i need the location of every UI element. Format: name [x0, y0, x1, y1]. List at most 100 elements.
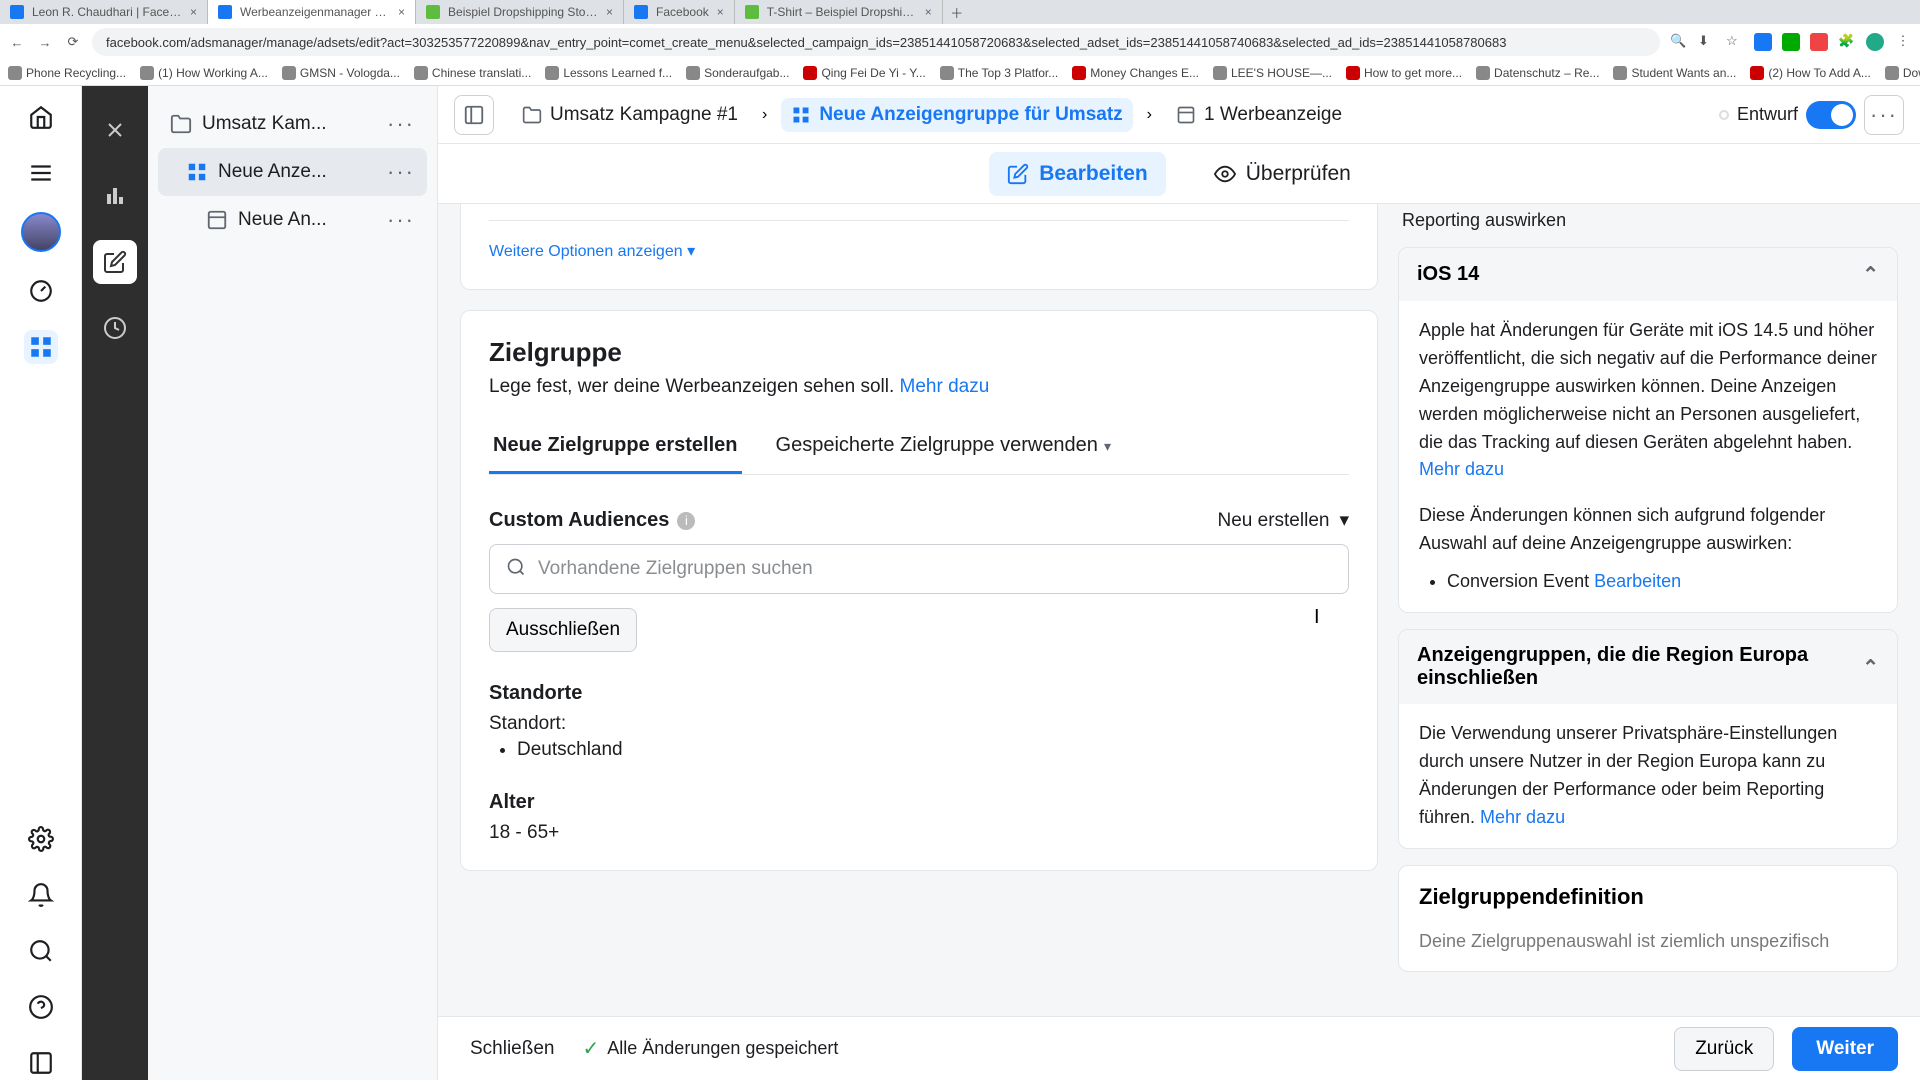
more-icon[interactable]: ···: [387, 207, 415, 233]
avatar[interactable]: [21, 212, 61, 252]
audience-card: Zielgruppe Lege fest, wer deine Werbeanz…: [460, 310, 1378, 871]
folder-icon: [522, 105, 542, 125]
bookmark[interactable]: Lessons Learned f...: [545, 66, 672, 80]
tab-new-audience[interactable]: Neue Zielgruppe erstellen: [489, 424, 742, 474]
browser-tab[interactable]: Beispiel Dropshipping Store –×: [416, 0, 624, 24]
zoom-icon[interactable]: 🔍: [1670, 33, 1688, 51]
reporting-fragment: Reporting auswirken: [1398, 204, 1898, 247]
back-button[interactable]: Zurück: [1674, 1027, 1774, 1071]
bookmark[interactable]: Money Changes E...: [1072, 66, 1199, 80]
tab-edit[interactable]: Bearbeiten: [989, 152, 1166, 196]
section-title: Zielgruppe: [489, 337, 1349, 368]
collapse-icon[interactable]: [24, 1046, 58, 1080]
breadcrumb-adset[interactable]: Neue Anzeigengruppe für Umsatz: [781, 98, 1132, 132]
exclude-button[interactable]: Ausschließen: [489, 608, 637, 652]
close-button[interactable]: Schließen: [460, 1028, 565, 1070]
tab-saved-audience[interactable]: Gespeicherte Zielgruppe verwenden▾: [772, 424, 1115, 474]
bell-icon[interactable]: [24, 878, 58, 912]
caret-down-icon: ▾: [1339, 510, 1349, 531]
show-more-options-link[interactable]: Weitere Optionen anzeigen ▾: [489, 243, 695, 260]
extension-icon[interactable]: [1754, 33, 1772, 51]
browser-tab[interactable]: Facebook×: [624, 0, 735, 24]
create-new-dropdown[interactable]: Neu erstellen▾: [1218, 509, 1350, 532]
bookmark[interactable]: LEE'S HOUSE—...: [1213, 66, 1332, 80]
extension-icon[interactable]: [1810, 33, 1828, 51]
bookmark[interactable]: (1) How Working A...: [140, 66, 268, 80]
back-icon[interactable]: ←: [8, 35, 26, 50]
bookmark[interactable]: Qing Fei De Yi - Y...: [803, 66, 925, 80]
footer-bar: Schließen ✓ Alle Änderungen gespeichert …: [438, 1016, 1920, 1080]
browser-tab[interactable]: Leon R. Chaudhari | Facebook×: [0, 0, 208, 24]
more-button[interactable]: ···: [1864, 95, 1904, 135]
search-icon[interactable]: [24, 934, 58, 968]
extension-icon[interactable]: [1782, 33, 1800, 51]
bookmark[interactable]: Sonderaufgab...: [686, 66, 789, 80]
hamburger-icon[interactable]: [24, 156, 58, 190]
bookmark[interactable]: Datenschutz – Re...: [1476, 66, 1599, 80]
close-icon[interactable]: ×: [717, 5, 724, 19]
close-icon[interactable]: ×: [190, 5, 197, 19]
bookmark[interactable]: (2) How To Add A...: [1750, 66, 1871, 80]
bookmark[interactable]: Chinese translati...: [414, 66, 531, 80]
tree-ad[interactable]: Neue An... ···: [158, 196, 427, 244]
tree-adset[interactable]: Neue Anze... ···: [158, 148, 427, 196]
bookmark[interactable]: Phone Recycling...: [8, 66, 126, 80]
structure-tree: Umsatz Kam... ··· Neue Anze... ··· Neue …: [148, 86, 438, 1080]
status-toggle[interactable]: [1806, 101, 1856, 129]
next-button[interactable]: Weiter: [1792, 1027, 1898, 1071]
locations-heading: Standorte: [489, 682, 1349, 705]
gear-icon[interactable]: [24, 822, 58, 856]
chart-icon[interactable]: [93, 174, 137, 218]
caret-down-icon: ▾: [1104, 438, 1111, 454]
bookmark[interactable]: How to get more...: [1346, 66, 1462, 80]
history-icon[interactable]: [93, 306, 137, 350]
learn-more-link[interactable]: Mehr dazu: [900, 376, 990, 397]
close-icon[interactable]: ×: [398, 5, 405, 19]
close-icon[interactable]: ×: [925, 5, 932, 19]
more-icon[interactable]: ···: [387, 159, 415, 185]
accordion-header[interactable]: iOS 14 ⌃: [1399, 248, 1897, 301]
edit-icon[interactable]: [93, 240, 137, 284]
close-button[interactable]: [93, 108, 137, 152]
save-status: ✓ Alle Änderungen gespeichert: [583, 1036, 839, 1061]
panel-toggle-icon[interactable]: [454, 95, 494, 135]
url-bar[interactable]: facebook.com/adsmanager/manage/adsets/ed…: [92, 28, 1660, 56]
ads-manager-icon[interactable]: [24, 330, 58, 364]
audience-definition-panel: Zielgruppendefinition Deine Zielgruppena…: [1398, 865, 1898, 973]
profile-avatar[interactable]: [1866, 33, 1884, 51]
download-icon[interactable]: ⬇: [1698, 33, 1716, 51]
more-icon[interactable]: ···: [387, 111, 415, 137]
home-icon[interactable]: [24, 100, 58, 134]
help-icon[interactable]: [24, 990, 58, 1024]
breadcrumb-ad[interactable]: 1 Werbeanzeige: [1166, 98, 1352, 132]
status-dot-icon: [1719, 110, 1729, 120]
browser-tab[interactable]: Werbeanzeigenmanager – We×: [208, 0, 416, 24]
star-icon[interactable]: ☆: [1726, 33, 1744, 51]
puzzle-icon[interactable]: 🧩: [1838, 33, 1856, 51]
bookmark[interactable]: GMSN - Vologda...: [282, 66, 400, 80]
chevron-right-icon: ›: [762, 106, 767, 124]
new-tab-button[interactable]: ＋: [943, 3, 971, 22]
reload-icon[interactable]: ⟳: [64, 34, 82, 50]
info-icon[interactable]: i: [677, 512, 695, 530]
forward-icon[interactable]: →: [36, 35, 54, 50]
bookmark[interactable]: The Top 3 Platfor...: [940, 66, 1059, 80]
tree-campaign[interactable]: Umsatz Kam... ···: [158, 100, 427, 148]
bookmark[interactable]: Download - Cooki...: [1885, 66, 1920, 80]
location-label: Standort:: [489, 713, 1349, 735]
ad-icon: [1176, 105, 1196, 125]
tab-review[interactable]: Überprüfen: [1196, 152, 1369, 196]
audience-search-input[interactable]: [489, 544, 1349, 594]
accordion-header[interactable]: Anzeigengruppen, die die Region Europa e…: [1399, 630, 1897, 704]
learn-more-link[interactable]: Mehr dazu: [1480, 807, 1565, 827]
adset-icon: [186, 161, 208, 183]
breadcrumb-campaign[interactable]: Umsatz Kampagne #1: [512, 98, 748, 132]
edit-conversion-link[interactable]: Bearbeiten: [1594, 571, 1681, 591]
browser-tab[interactable]: T-Shirt – Beispiel Dropshippin×: [735, 0, 943, 24]
browser-chrome: Leon R. Chaudhari | Facebook× Werbeanzei…: [0, 0, 1920, 86]
close-icon[interactable]: ×: [606, 5, 613, 19]
learn-more-link[interactable]: Mehr dazu: [1419, 459, 1504, 479]
menu-icon[interactable]: ⋮: [1894, 33, 1912, 51]
bookmark[interactable]: Student Wants an...: [1613, 66, 1736, 80]
gauge-icon[interactable]: [24, 274, 58, 308]
